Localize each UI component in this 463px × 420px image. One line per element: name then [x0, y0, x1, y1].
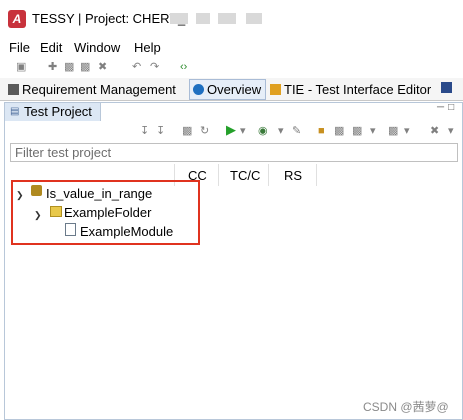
- annotation-highlight-box: [11, 180, 200, 245]
- redacted-block: [196, 13, 210, 24]
- menu-file[interactable]: File: [9, 40, 30, 55]
- sync-icon[interactable]: ▩: [182, 124, 192, 138]
- run-dropdown-icon[interactable]: ▾: [240, 124, 246, 138]
- column-divider: [268, 164, 269, 186]
- redacted-block: [218, 13, 236, 24]
- import-icon[interactable]: ▩: [388, 124, 398, 138]
- column-header-rs[interactable]: RS: [284, 168, 302, 183]
- view-window-controls[interactable]: ─□: [437, 102, 458, 113]
- paste-icon[interactable]: ▩: [80, 60, 90, 74]
- import-dropdown-icon[interactable]: ▾: [404, 124, 410, 138]
- tab-tie[interactable]: TIE - Test Interface Editor: [270, 82, 431, 97]
- tab-label: TIE - Test Interface Editor: [284, 82, 432, 97]
- export-icon[interactable]: ▩: [352, 124, 362, 138]
- view-tab-icon: ▤: [10, 106, 20, 117]
- copy-icon[interactable]: ▩: [64, 60, 74, 74]
- menu-window[interactable]: Window: [74, 40, 120, 55]
- tab-label: Overview: [207, 82, 262, 97]
- undo-icon[interactable]: ↶: [132, 60, 141, 74]
- requirements-icon: [8, 84, 19, 95]
- column-divider: [218, 164, 219, 186]
- column-divider: [316, 164, 317, 186]
- move-down-icon[interactable]: ↧: [140, 124, 149, 138]
- redacted-block: [170, 13, 188, 24]
- view-menu-icon[interactable]: ▾: [448, 124, 454, 138]
- refresh-icon[interactable]: ↻: [200, 124, 209, 138]
- filter-input[interactable]: [10, 143, 458, 162]
- save-icon[interactable]: ▣: [16, 60, 26, 74]
- report-icon[interactable]: ▩: [334, 124, 344, 138]
- globe-icon: [193, 84, 204, 95]
- redacted-block: [246, 13, 262, 24]
- filter-icon[interactable]: ✖: [430, 124, 439, 138]
- menu-bar: [0, 36, 463, 56]
- tessy-app-icon: A: [8, 10, 26, 28]
- move-up-icon[interactable]: ↧: [156, 124, 165, 138]
- add-icon[interactable]: ✚: [48, 60, 57, 74]
- watermark: CSDN @茜萝@: [363, 400, 449, 414]
- view-tab-label: Test Project: [24, 104, 92, 119]
- menu-edit[interactable]: Edit: [40, 40, 62, 55]
- tab-label: Requirement Management: [22, 82, 176, 97]
- coverage-icon[interactable]: ◉: [258, 124, 268, 138]
- export-dropdown-icon[interactable]: ▾: [370, 124, 376, 138]
- tab-requirement-management[interactable]: Requirement Management: [8, 82, 176, 97]
- delete-icon[interactable]: ✖: [98, 60, 107, 74]
- redo-icon[interactable]: ↷: [150, 60, 159, 74]
- menu-help[interactable]: Help: [134, 40, 161, 55]
- column-header-tcc[interactable]: TC/C: [230, 168, 260, 183]
- coverage-dropdown-icon[interactable]: ▾: [278, 124, 284, 138]
- tab-overview[interactable]: Overview: [193, 82, 261, 97]
- next-perspective-icon[interactable]: [441, 82, 452, 93]
- tie-icon: [270, 84, 281, 95]
- toggle-icon[interactable]: ‹›: [180, 60, 187, 74]
- edit-icon[interactable]: ✎: [292, 124, 301, 138]
- run-icon[interactable]: ▶: [226, 123, 236, 137]
- window-title: TESSY | Project: CHERY_: [32, 11, 186, 26]
- generate-icon[interactable]: ■: [318, 124, 325, 138]
